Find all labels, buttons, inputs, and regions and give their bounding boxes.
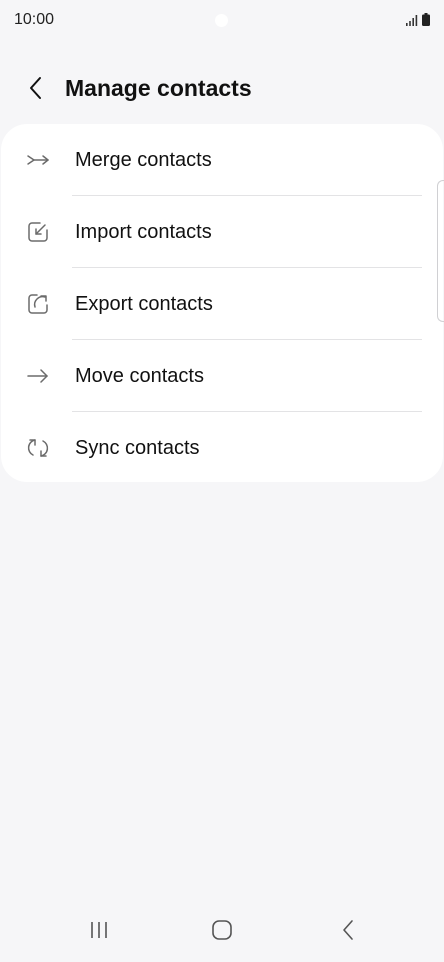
export-icon — [25, 291, 51, 317]
menu-item-export-contacts[interactable]: Export contacts — [1, 268, 443, 340]
screen: 10:00 Manage contacts Merge contacts Imp… — [0, 0, 444, 962]
navigation-bar — [0, 898, 444, 962]
home-button[interactable] — [200, 912, 244, 948]
back-icon — [343, 920, 353, 940]
page-title: Manage contacts — [65, 74, 252, 101]
menu-item-label: Move contacts — [75, 364, 204, 387]
merge-icon — [25, 147, 51, 173]
scroll-indicator[interactable] — [437, 180, 444, 322]
status-icons — [406, 13, 430, 26]
signal-icon — [406, 15, 418, 26]
status-bar: 10:00 — [0, 0, 444, 42]
chevron-left-icon — [30, 77, 41, 99]
nav-back-button[interactable] — [326, 912, 370, 948]
menu-item-merge-contacts[interactable]: Merge contacts — [1, 124, 443, 196]
arrow-right-icon — [25, 363, 51, 389]
recents-button[interactable] — [77, 912, 121, 948]
status-time: 10:00 — [14, 11, 55, 28]
menu-item-label: Merge contacts — [75, 148, 212, 171]
recents-icon — [91, 922, 107, 938]
menu-item-label: Sync contacts — [75, 436, 200, 459]
back-button[interactable] — [14, 66, 58, 110]
import-icon — [25, 219, 51, 245]
menu-item-label: Export contacts — [75, 292, 213, 315]
menu-item-label: Import contacts — [75, 220, 212, 243]
front-camera — [215, 14, 228, 27]
battery-icon — [422, 13, 430, 26]
header: Manage contacts — [0, 62, 444, 114]
home-icon — [212, 920, 232, 940]
menu-item-sync-contacts[interactable]: Sync contacts — [1, 412, 443, 482]
sync-icon — [25, 435, 51, 461]
menu-item-import-contacts[interactable]: Import contacts — [1, 196, 443, 268]
menu-item-move-contacts[interactable]: Move contacts — [1, 340, 443, 412]
manage-contacts-menu: Merge contacts Import contacts Export co… — [1, 124, 443, 482]
